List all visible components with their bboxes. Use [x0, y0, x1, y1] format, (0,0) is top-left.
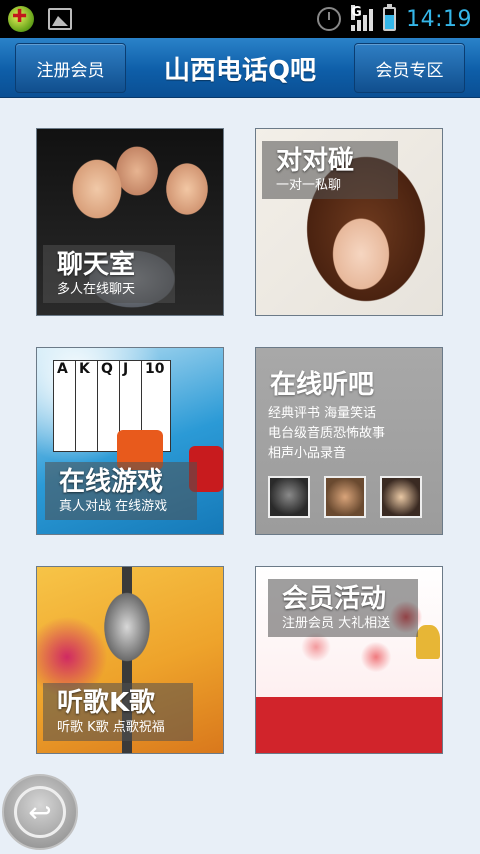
thumbnail-image [268, 476, 310, 518]
tile-caption: 听歌K歌 听歌 K歌 点歌祝福 [43, 683, 193, 741]
tile-subtitle: 注册会员 大礼相送 [282, 616, 391, 631]
tile-online-listening[interactable]: 在线听吧 经典评书 海量笑话 电台级音质恐怖故事 相声小品录音 [255, 347, 443, 535]
tile-member-events[interactable]: 会员活动 注册会员 大礼相送 [255, 566, 443, 754]
tile-title: 听歌K歌 [57, 688, 156, 718]
clock: 14:19 [406, 6, 472, 32]
alarm-icon [317, 7, 342, 31]
tile-title: 聊天室 [57, 250, 136, 280]
tile-description-line: 相声小品录音 [268, 446, 347, 461]
tile-caption: 聊天室 多人在线聊天 [43, 245, 175, 303]
thumbnail-image [324, 476, 366, 518]
app-notification-icon [8, 6, 34, 32]
tile-caption: 对对碰 一对一私聊 [262, 141, 398, 199]
tile-subtitle: 多人在线聊天 [57, 282, 136, 297]
tile-caption: 会员活动 注册会员 大礼相送 [268, 579, 418, 637]
tile-karaoke[interactable]: 听歌K歌 听歌 K歌 点歌祝福 [36, 566, 224, 754]
tile-description: 经典评书 海量笑话 电台级音质恐怖故事 相声小品录音 [268, 404, 438, 464]
tile-subtitle: 一对一私聊 [276, 178, 342, 193]
register-member-button[interactable]: 注册会员 [15, 43, 126, 93]
tile-description-line: 经典评书 海量笑话 [268, 406, 377, 421]
tile-title: 在线听吧 [270, 370, 375, 400]
tile-description-line: 电台级音质恐怖故事 [268, 426, 386, 441]
tile-online-games[interactable]: A K Q J 10 在线游戏 真人对战 在线游戏 [36, 347, 224, 535]
tile-title: 在线游戏 [59, 467, 164, 497]
thumbnail-image [380, 476, 422, 518]
tile-caption: 在线游戏 真人对战 在线游戏 [45, 462, 197, 520]
status-bar: G 14:19 [0, 0, 480, 38]
back-button[interactable]: ↩ [2, 774, 78, 850]
signal-icon: G [351, 5, 374, 31]
gallery-icon [48, 8, 72, 30]
tile-private-chat[interactable]: 对对碰 一对一私聊 [255, 128, 443, 316]
tile-title: 对对碰 [276, 146, 355, 176]
tile-subtitle: 真人对战 在线游戏 [59, 499, 168, 514]
battery-icon [383, 4, 397, 31]
page-title: 山西电话Q吧 [163, 55, 317, 86]
app-header: 注册会员 山西电话Q吧 会员专区 [0, 38, 480, 98]
tile-subtitle: 听歌 K歌 点歌祝福 [57, 720, 165, 735]
thumbnail-row [268, 476, 422, 518]
gift-bow-image [416, 625, 440, 659]
tile-title: 会员活动 [282, 584, 387, 614]
member-zone-button[interactable]: 会员专区 [354, 43, 465, 93]
back-arrow-icon: ↩ [14, 786, 66, 838]
signal-type-label: G [351, 5, 362, 20]
tile-chat-room[interactable]: 聊天室 多人在线聊天 [36, 128, 224, 316]
